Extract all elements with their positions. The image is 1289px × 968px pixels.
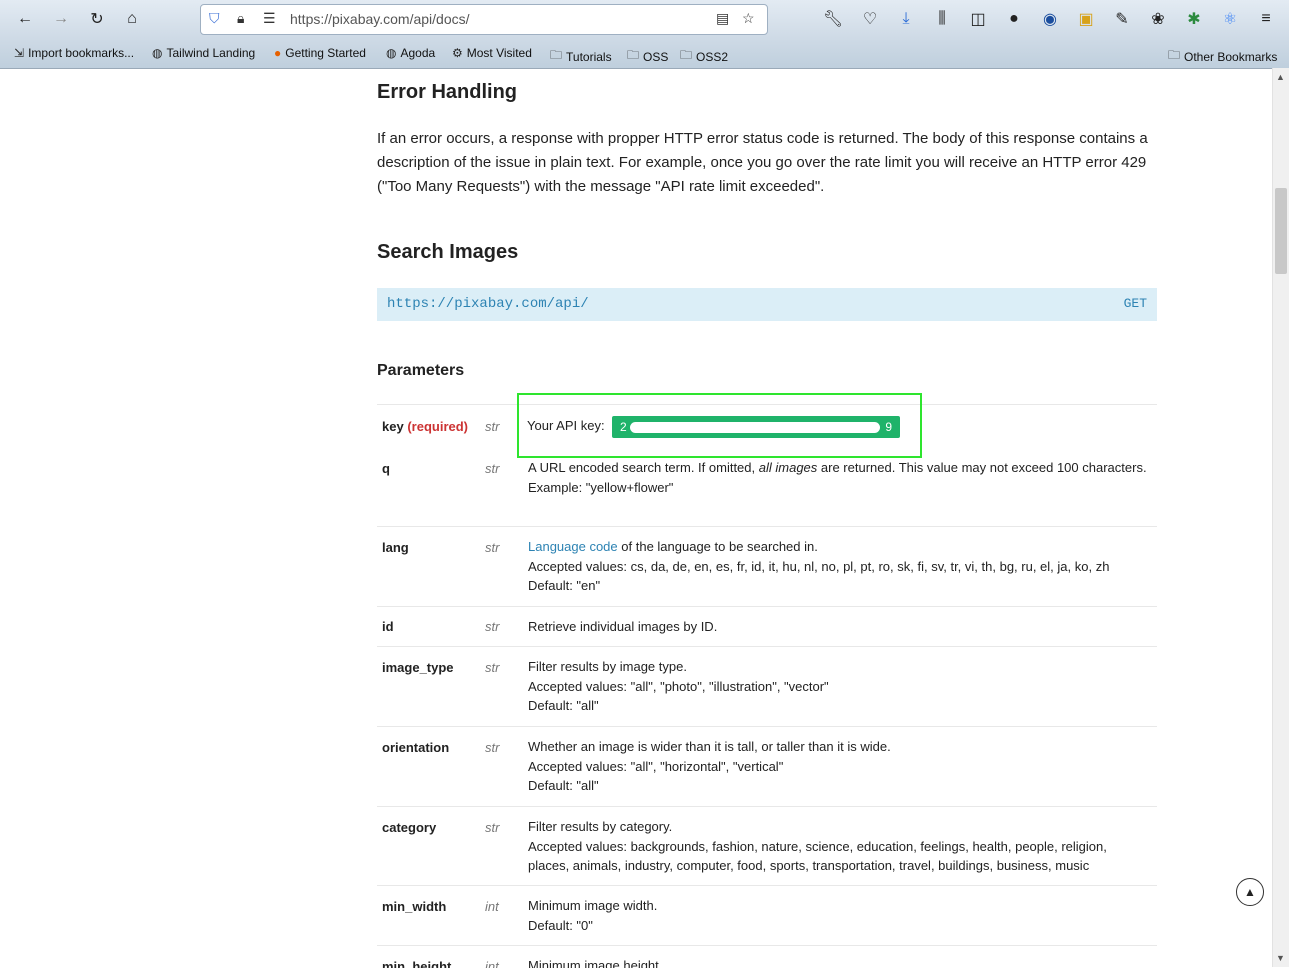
param-description: Language code of the language to be sear… — [528, 539, 1110, 593]
gear-icon: ⚙ — [452, 46, 463, 60]
bookmark-getting-started[interactable]: ● Getting Started — [274, 46, 366, 60]
url-text[interactable]: https://pixabay.com/api/docs/ — [290, 11, 470, 27]
error-handling-heading: Error Handling — [377, 81, 518, 103]
param-description: Filter results by category. Accepted val… — [528, 819, 1107, 873]
param-description: Retrieve individual images by ID. — [528, 619, 718, 634]
back-to-top-button[interactable]: ▲ — [1236, 878, 1264, 906]
globe-icon: ◍ — [152, 46, 163, 60]
error-handling-text: If an error occurs, a response with prop… — [377, 130, 1148, 195]
param-row-image-type: image_type str Filter results by image t… — [377, 646, 1157, 727]
browser-chrome: ← → ↻ ⌂ ⛉ 🔒︎ ☰ https://pixabay.com/api/d… — [0, 0, 1289, 69]
language-code-link[interactable]: Language code — [528, 539, 618, 554]
required-badge: (required) — [407, 419, 468, 434]
pocket-icon[interactable]: ♡ — [857, 6, 883, 32]
bookmark-oss2[interactable]: 🗀︎ OSS2 — [680, 46, 728, 67]
param-name: image_type — [382, 660, 454, 675]
search-images-heading: Search Images — [377, 241, 519, 263]
endpoint-url[interactable]: https://pixabay.com/api/ — [387, 296, 589, 312]
param-name: min_width — [382, 899, 447, 914]
param-row-q: q str A URL encoded search term. If omit… — [377, 449, 1157, 526]
scroll-down-icon[interactable]: ▼ — [1276, 953, 1285, 963]
api-key-redaction — [630, 422, 880, 433]
api-key-label: Your API key: — [527, 418, 605, 433]
param-type: str — [485, 660, 500, 675]
tools-icon[interactable]: 🔧︎ — [820, 6, 846, 32]
shield-icon[interactable]: ⛉ — [209, 10, 220, 27]
extension-paw-icon[interactable]: ❀ — [1145, 6, 1171, 32]
param-description: A URL encoded search term. If omitted, a… — [528, 460, 1147, 495]
bookmark-oss[interactable]: 🗀︎ OSS — [627, 46, 668, 67]
param-description: Filter results by image type. Accepted v… — [528, 659, 829, 713]
download-icon[interactable]: ⤓ — [893, 6, 919, 32]
bookmark-tutorials[interactable]: 🗀︎ Tutorials — [550, 46, 612, 67]
param-type: str — [485, 419, 500, 434]
folder-icon: 🗀︎ — [1168, 48, 1181, 62]
param-type: str — [485, 740, 500, 755]
react-devtools-icon[interactable]: ⚛ — [1217, 6, 1243, 32]
param-name: lang — [382, 540, 409, 555]
param-type: str — [485, 820, 500, 835]
bookmark-star-icon[interactable]: ☆ — [742, 10, 755, 27]
param-type: str — [485, 619, 500, 634]
extension-notes-icon[interactable]: ✎ — [1109, 6, 1135, 32]
reader-view-icon[interactable]: ▤ — [716, 10, 729, 27]
bookmark-tailwind[interactable]: ◍ Tailwind Landing — [152, 46, 255, 60]
param-name: category — [382, 820, 437, 835]
back-icon[interactable]: ← — [12, 6, 38, 32]
param-description: Minimum image height. — [528, 958, 663, 968]
param-row-min-height: min_height int Minimum image height. — [377, 945, 1157, 968]
import-icon: ⇲ — [14, 46, 25, 60]
library-icon[interactable]: ⫼ — [929, 6, 955, 32]
extension-puzzle-icon[interactable]: ✱ — [1181, 6, 1207, 32]
param-row-id: id str Retrieve individual images by ID. — [377, 606, 1157, 647]
folder-icon: 🗀︎ — [627, 48, 640, 62]
page-scrollbar[interactable]: ▲ ▼ — [1272, 68, 1289, 967]
bookmark-most-visited[interactable]: ⚙ Most Visited — [452, 46, 532, 60]
extension-screen-icon[interactable]: ▣ — [1073, 6, 1099, 32]
param-row-category: category str Filter results by category.… — [377, 806, 1157, 886]
param-name: key (required) — [382, 419, 468, 434]
param-row-lang: lang str Language code of the language t… — [377, 526, 1157, 607]
scroll-up-icon[interactable]: ▲ — [1276, 72, 1285, 82]
bookmarks-toolbar: ⇲ Import bookmarks... ◍ Tailwind Landing ●… — [0, 42, 1289, 66]
scrollbar-thumb[interactable] — [1275, 188, 1287, 274]
param-name: id — [382, 619, 394, 634]
extension-tab-icon[interactable]: ● — [1001, 6, 1027, 32]
param-name: q — [382, 461, 390, 476]
menu-icon[interactable]: ≡ — [1253, 6, 1279, 32]
home-icon[interactable]: ⌂ — [119, 6, 145, 32]
param-description: Minimum image width. Default: "0" — [528, 898, 658, 933]
param-row-orientation: orientation str Whether an image is wide… — [377, 726, 1157, 807]
lock-icon[interactable]: 🔒︎ — [237, 10, 244, 27]
browser-toolbar: ← → ↻ ⌂ ⛉ 🔒︎ ☰ https://pixabay.com/api/d… — [0, 0, 1289, 38]
forward-icon[interactable]: → — [48, 6, 74, 32]
firefox-icon: ● — [274, 46, 282, 60]
param-row-min-width: min_width int Minimum image width. Defau… — [377, 885, 1157, 946]
bookmark-import[interactable]: ⇲ Import bookmarks... — [14, 46, 134, 60]
param-type: str — [485, 540, 500, 555]
endpoint-method: GET — [1123, 296, 1147, 311]
param-type: int — [485, 899, 499, 914]
parameters-heading: Parameters — [377, 362, 465, 379]
folder-icon: 🗀︎ — [550, 48, 563, 62]
arrow-up-icon: ▲ — [1244, 885, 1256, 899]
param-description: Whether an image is wider than it is tal… — [528, 739, 891, 793]
permissions-icon[interactable]: ☰ — [263, 10, 276, 27]
globe-icon: ◍ — [386, 46, 397, 60]
address-bar[interactable]: ⛉ 🔒︎ ☰ https://pixabay.com/api/docs/ ▤ ☆ — [200, 4, 768, 35]
api-key-value[interactable]: 2 9 — [612, 416, 900, 438]
sidebar-icon[interactable]: ◫ — [965, 6, 991, 32]
param-name: orientation — [382, 740, 450, 755]
folder-icon: 🗀︎ — [680, 48, 693, 62]
endpoint-box: https://pixabay.com/api/ GET — [377, 288, 1157, 321]
reload-icon[interactable]: ↻ — [84, 6, 110, 32]
param-type: str — [485, 461, 500, 476]
extension-globe-icon[interactable]: ◉ — [1037, 6, 1063, 32]
bookmark-agoda[interactable]: ◍ Agoda — [386, 46, 435, 60]
bookmark-other[interactable]: 🗀︎ Other Bookmarks — [1168, 46, 1277, 67]
